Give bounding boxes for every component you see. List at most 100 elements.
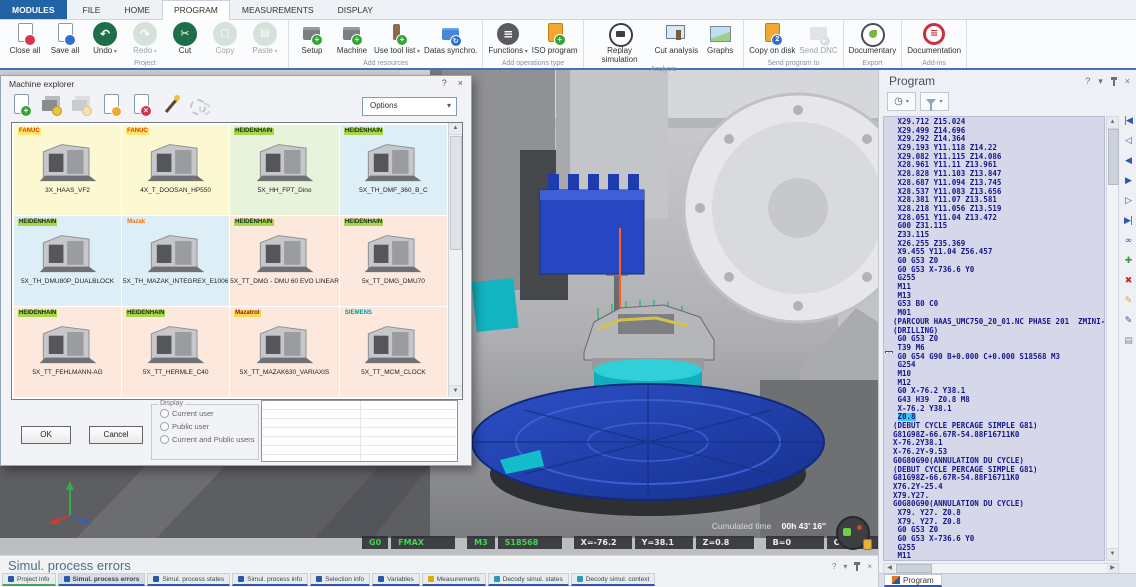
ribbon-button[interactable]: Close all (5, 21, 45, 57)
gcode-line[interactable]: X-76.2Y-9.53 (884, 448, 1104, 457)
machine-card[interactable]: HEIDENHAIN 5x_TT_DMG_DMU70 (340, 216, 447, 306)
scrollbar-thumb[interactable] (1108, 129, 1119, 185)
machine-card[interactable]: HEIDENHAIN 5X_TH_DMU80P_DUALBLOCK (14, 216, 121, 306)
bottom-tab[interactable]: Simul. process errors (58, 573, 146, 586)
edit-machine-icon[interactable] (39, 93, 63, 117)
gcode-line[interactable]: G0 G53 X-736.6 Y0 (884, 266, 1104, 275)
gcode-line[interactable]: G81G98Z-66.67R-54.88F16711K0 (884, 431, 1104, 440)
gcode-line[interactable]: X28.381 Y11.07 Z13.581 (884, 196, 1104, 205)
gcode-line[interactable]: X29.193 Y11.118 Z14.22 (884, 144, 1104, 153)
close-icon[interactable]: × (1125, 76, 1130, 87)
bottom-tab[interactable]: Decody simul. context (571, 573, 656, 586)
gcode-line[interactable]: M13 (884, 292, 1104, 301)
gcode-line[interactable]: M01 (884, 309, 1104, 318)
edit-program-icon[interactable]: ✎ (1125, 316, 1132, 327)
machine-card[interactable]: FANUC 4X_T_DOOSAN_HP550 (122, 125, 229, 215)
gcode-line[interactable]: X29.082 Y11.115 Z14.086 (884, 153, 1104, 162)
gcode-line[interactable]: (DEBUT CYCLE PERCAGE SIMPLE G81) (884, 466, 1104, 475)
scrollbar-thumb[interactable] (450, 136, 462, 250)
go-to-end-icon[interactable]: ▶| (1124, 216, 1132, 227)
chevron-down-icon[interactable]: ▾ (843, 562, 847, 571)
ribbon-button[interactable]: Documentation (905, 21, 963, 57)
scroll-right-icon[interactable] (1107, 564, 1118, 573)
settings-gears-icon[interactable] (189, 93, 213, 117)
pin-icon[interactable] (854, 561, 860, 571)
gcode-line[interactable]: X28.687 Y11.094 Z13.745 (884, 179, 1104, 188)
scroll-up-icon[interactable] (449, 123, 462, 135)
bottom-tab[interactable]: Decody simul. states (488, 573, 569, 586)
machine-card[interactable]: HEIDENHAIN 5X_TT_DMG - DMU 60 EVO LINEAR (230, 216, 339, 306)
close-icon[interactable]: × (867, 562, 872, 571)
delete-machine-icon[interactable] (129, 93, 153, 117)
gcode-listing[interactable]: X29.712 Z15.024 X29.499 Z14.696 X29.292 … (883, 116, 1105, 561)
ribbon-tab[interactable]: PROGRAM (162, 0, 230, 20)
machine-card[interactable]: HEIDENHAIN 5X_TT_FEHLMANN-AG (14, 307, 121, 397)
gcode-line[interactable]: (PARCOUR HAAS_UMC750_20_01.NC PHASE 201 … (884, 318, 1104, 327)
ok-button[interactable]: OK (21, 426, 71, 444)
ribbon-button[interactable]: Cut (165, 21, 205, 57)
ribbon-button[interactable]: Paste (245, 21, 285, 57)
gcode-line[interactable]: G0 G53 Z0 (884, 526, 1104, 535)
ribbon-tab[interactable]: MODULES (0, 0, 67, 19)
add-operation-icon[interactable]: ✚ (1125, 256, 1132, 267)
step-backward-icon[interactable]: ◁ (1125, 136, 1131, 147)
ribbon-button[interactable]: Datas synchro. (422, 21, 479, 57)
ribbon-button[interactable]: Undo (85, 21, 125, 57)
ribbon-button[interactable]: Documentary (847, 21, 899, 57)
ribbon-tab[interactable]: FILE (71, 0, 113, 19)
program-vertical-scrollbar[interactable] (1106, 116, 1119, 561)
options-dropdown[interactable]: Options (362, 97, 457, 116)
gcode-line[interactable]: X26.255 Z35.369 (884, 240, 1104, 249)
machine-card[interactable]: Mazak 5X_TH_MAZAK_INTEGREX_E1006 (122, 216, 229, 306)
machine-card[interactable]: HEIDENHAIN 5X_HH_FPT_Dino (230, 125, 339, 215)
create-machine-icon[interactable] (9, 93, 33, 117)
duplicate-machine-icon[interactable] (69, 93, 93, 117)
ribbon-tab[interactable]: MEASUREMENTS (230, 0, 326, 19)
gcode-line[interactable]: M10 (884, 370, 1104, 379)
ribbon-button[interactable]: Copy on disk (747, 21, 797, 57)
gcode-line[interactable]: G00 Z31.115 (884, 222, 1104, 231)
gcode-line[interactable]: X29.712 Z15.024 (884, 118, 1104, 127)
gcode-line[interactable]: Z33.115 (884, 231, 1104, 240)
filter-button[interactable]: ▾ (920, 92, 949, 111)
ribbon-button[interactable]: Replay simulation (587, 21, 653, 66)
gcode-line[interactable]: X76.2Y-25.4 (884, 483, 1104, 492)
ribbon-button[interactable]: Save all (45, 21, 85, 57)
gcode-line[interactable]: G0 X-76.2 Y38.1 (884, 387, 1104, 396)
gcode-line[interactable]: X28.051 Y11.04 Z13.472 (884, 214, 1104, 223)
edit-highlight-icon[interactable]: ✎ (1125, 296, 1132, 307)
ribbon-tab[interactable]: DISPLAY (326, 0, 385, 19)
gcode-line[interactable]: G255 (884, 544, 1104, 553)
export-machine-icon[interactable] (99, 93, 123, 117)
machine-card[interactable]: SIEMENS 5X_TT_MCM_CLOCK (340, 307, 447, 397)
gcode-line[interactable]: X29.499 Z14.696 (884, 127, 1104, 136)
play-backward-icon[interactable]: ◀ (1125, 156, 1131, 167)
close-icon[interactable]: × (458, 78, 463, 88)
gcode-line[interactable]: G53 B0 C0 (884, 300, 1104, 309)
ribbon-button[interactable]: Copy (205, 21, 245, 57)
gcode-line[interactable]: G0 G53 Z0 (884, 335, 1104, 344)
ribbon-button[interactable]: Functions (486, 21, 529, 57)
help-icon[interactable]: ? (1085, 76, 1090, 87)
play-forward-icon[interactable]: ▶ (1125, 176, 1131, 187)
scroll-up-icon[interactable] (1107, 117, 1118, 129)
gcode-line[interactable]: G0 G53 X-736.6 Y0 (884, 535, 1104, 544)
ribbon-button[interactable]: Use tool list (372, 21, 422, 57)
gcode-line[interactable]: G0 G53 Z0 (884, 257, 1104, 266)
gcode-line[interactable]: X-76.2 Y38.1 (884, 405, 1104, 414)
help-icon[interactable]: ? (832, 562, 836, 571)
step-forward-icon[interactable]: ▷ (1125, 196, 1131, 207)
machine-card[interactable]: HEIDENHAIN 5X_TH_DMF_360_B_C (340, 125, 447, 215)
gcode-line[interactable]: X29.292 Z14.364 (884, 135, 1104, 144)
gcode-line[interactable]: G0G80G90(ANNULATION DU CYCLE) (884, 457, 1104, 466)
machine-card[interactable]: Mazatrol 5X_TT_MAZAK630_VARIAXIS (230, 307, 339, 397)
gcode-line[interactable]: X28.828 Y11.103 Z13.847 (884, 170, 1104, 179)
scroll-down-icon[interactable] (1107, 548, 1118, 560)
gcode-line[interactable]: G255 (884, 274, 1104, 283)
display-radio-option[interactable]: Current user (160, 409, 258, 418)
ribbon-button[interactable]: Graphs (700, 21, 740, 57)
scroll-down-icon[interactable] (449, 385, 462, 397)
gcode-line[interactable]: G81G98Z-66.67R-54.88F16711K0 (884, 474, 1104, 483)
loop-simulation-icon[interactable]: ∞ (1125, 236, 1132, 247)
ribbon-button[interactable]: Machine (332, 21, 372, 57)
